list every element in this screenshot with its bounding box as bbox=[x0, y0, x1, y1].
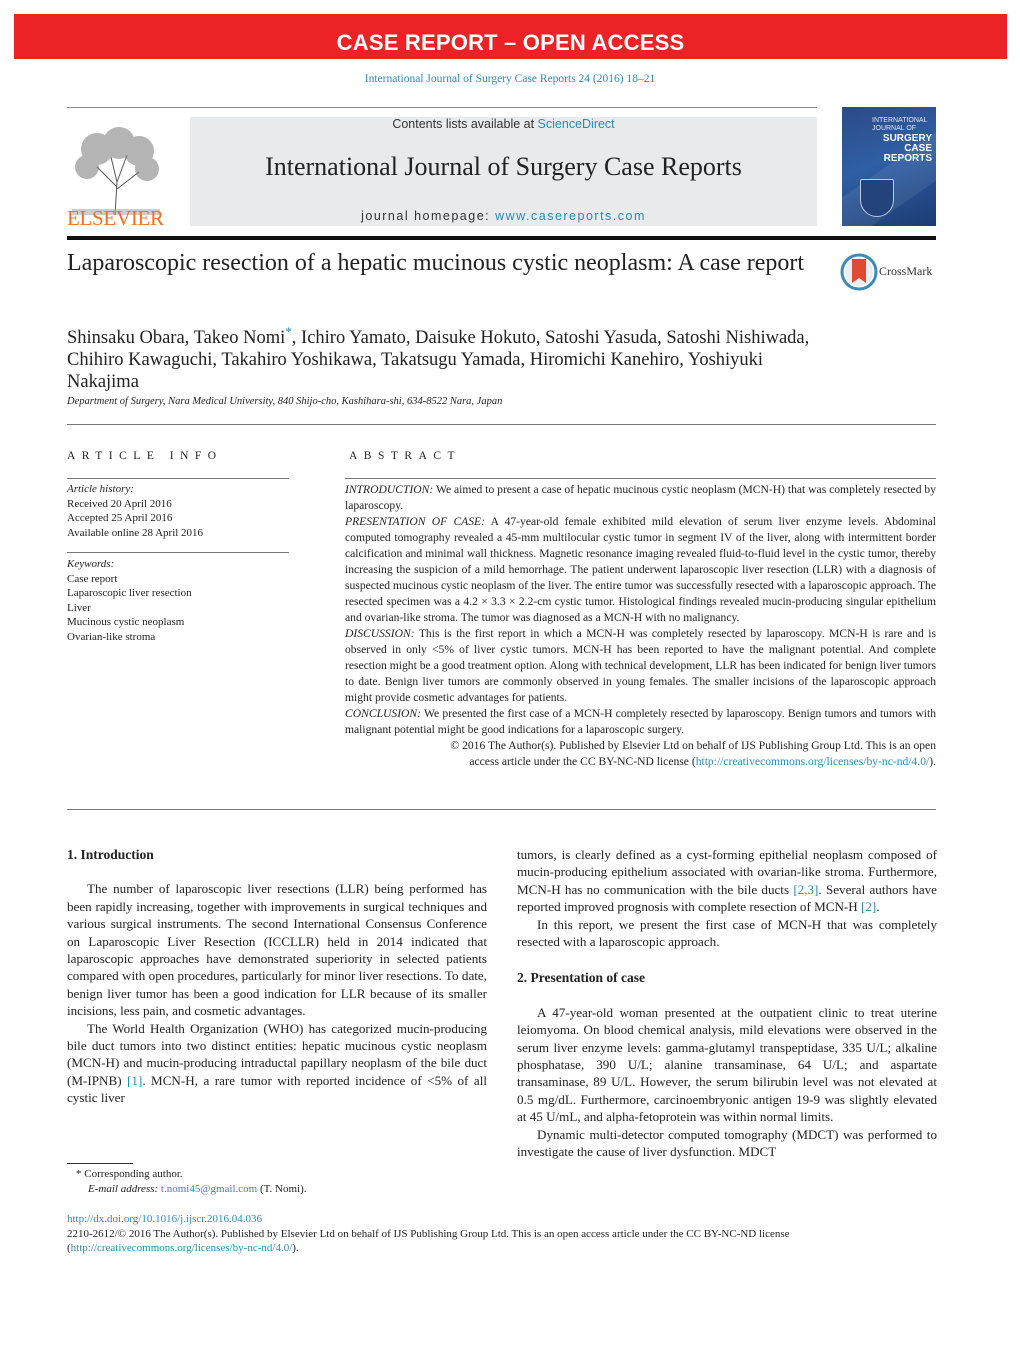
paragraph: The World Health Organization (WHO) has … bbox=[67, 1020, 487, 1107]
article-info-heading: ARTICLE INFO bbox=[67, 450, 223, 462]
body-column-left: 1. Introduction The number of laparoscop… bbox=[67, 846, 487, 1107]
elsevier-wordmark: ELSEVIER bbox=[67, 206, 164, 230]
history-item: Available online 28 April 2016 bbox=[67, 526, 204, 539]
history-item: Received 20 April 2016 bbox=[67, 497, 172, 510]
shield-icon bbox=[860, 179, 894, 217]
article-history: Article history: Received 20 April 2016 … bbox=[67, 482, 297, 540]
cover-title-line1: INTERNATIONAL JOURNAL OF bbox=[872, 117, 928, 132]
keyword-item: Liver bbox=[67, 601, 91, 614]
divider bbox=[67, 478, 289, 479]
divider bbox=[345, 478, 936, 479]
section-text: This is the first report in which a MCN-… bbox=[345, 627, 936, 704]
abstract-discussion: DISCUSSION: This is the first report in … bbox=[345, 626, 936, 706]
journal-name: International Journal of Surgery Case Re… bbox=[265, 152, 742, 181]
homepage-link[interactable]: www.casereports.com bbox=[495, 209, 646, 223]
email-link[interactable]: t.nomi45@gmail.com bbox=[161, 1183, 257, 1195]
section-heading-presentation: 2. Presentation of case bbox=[517, 970, 645, 986]
divider bbox=[67, 424, 936, 425]
affiliation: Department of Surgery, Nara Medical Univ… bbox=[67, 396, 503, 407]
crossmark-icon[interactable] bbox=[840, 253, 878, 291]
section-text: We presented the first case of a MCN-H c… bbox=[345, 707, 936, 736]
article-title: Laparoscopic resection of a hepatic muci… bbox=[67, 250, 805, 276]
contents-line: Contents lists available at ScienceDirec… bbox=[190, 117, 817, 131]
section-label: INTRODUCTION: bbox=[345, 483, 434, 496]
copyright-text: © 2016 The Author(s). Published by Elsev… bbox=[450, 739, 936, 752]
crossmark-label[interactable]: CrossMark bbox=[879, 264, 932, 279]
body-column-right: tumors, is clearly defined as a cyst-for… bbox=[517, 846, 937, 1161]
history-label: Article history: bbox=[67, 483, 134, 495]
reference-link[interactable]: [2,3] bbox=[793, 882, 818, 897]
abstract-introduction: INTRODUCTION: We aimed to present a case… bbox=[345, 482, 936, 514]
authors-first: Shinsaku Obara, Takeo Nomi bbox=[67, 328, 286, 349]
paragraph: Dynamic multi-detector computed tomograp… bbox=[517, 1126, 937, 1160]
abstract-presentation: PRESENTATION OF CASE: A 47-year-old fema… bbox=[345, 514, 936, 626]
section-label: DISCUSSION: bbox=[345, 627, 415, 640]
header-divider bbox=[67, 236, 936, 240]
homepage-line: journal homepage: www.casereports.com bbox=[190, 209, 817, 223]
paragraph: tumors, is clearly defined as a cyst-for… bbox=[517, 846, 937, 916]
corresponding-author-footnote: * Corresponding author. E-mail address: … bbox=[76, 1167, 307, 1196]
abstract-copyright: © 2016 The Author(s). Published by Elsev… bbox=[345, 738, 936, 770]
footnote-divider bbox=[67, 1163, 133, 1164]
license-link[interactable]: http://creativecommons.org/licenses/by-n… bbox=[696, 755, 930, 768]
author-list: Shinsaku Obara, Takeo Nomi*, Ichiro Yama… bbox=[67, 321, 827, 393]
abstract-heading: ABSTRACT bbox=[349, 450, 462, 462]
section-heading-introduction: 1. Introduction bbox=[67, 847, 154, 862]
keyword-item: Laparoscopic liver resection bbox=[67, 587, 192, 599]
footnote-text: (T. Nomi). bbox=[257, 1182, 307, 1195]
abstract-body: INTRODUCTION: We aimed to present a case… bbox=[345, 482, 936, 770]
license-link[interactable]: http://creativecommons.org/licenses/by-n… bbox=[71, 1242, 293, 1254]
copyright-text: access article under the CC BY-NC-ND lic… bbox=[469, 755, 696, 768]
section-text: We aimed to present a case of hepatic mu… bbox=[345, 483, 936, 512]
journal-cover-image: INTERNATIONAL JOURNAL OF SURGERY CASE RE… bbox=[842, 107, 936, 226]
paragraph: The number of laparoscopic liver resecti… bbox=[67, 881, 487, 1019]
keywords: Keywords: Case report Laparoscopic liver… bbox=[67, 557, 297, 644]
doi-link[interactable]: http://dx.doi.org/10.1016/j.ijscr.2016.0… bbox=[67, 1213, 262, 1225]
section-text: A 47-year-old female exhibited mild elev… bbox=[345, 515, 936, 624]
paragraph: In this report, we present the first cas… bbox=[517, 916, 937, 950]
divider bbox=[67, 809, 936, 810]
paragraph: A 47-year-old woman presented at the out… bbox=[517, 1004, 937, 1125]
section-label: PRESENTATION OF CASE: bbox=[345, 515, 485, 528]
reference-link[interactable]: [2] bbox=[861, 899, 876, 914]
email-label: E-mail address: bbox=[88, 1182, 159, 1195]
history-item: Accepted 25 April 2016 bbox=[67, 512, 173, 524]
copyright-text: ). bbox=[929, 755, 936, 768]
homepage-label: journal homepage: bbox=[361, 209, 496, 223]
open-access-banner: CASE REPORT – OPEN ACCESS bbox=[14, 14, 1007, 59]
divider bbox=[67, 552, 289, 553]
keyword-item: Ovarian-like stroma bbox=[67, 630, 156, 643]
text: . bbox=[876, 899, 880, 915]
reference-link[interactable]: [1] bbox=[127, 1073, 142, 1088]
journal-citation[interactable]: International Journal of Surgery Case Re… bbox=[0, 73, 1020, 85]
sciencedirect-link[interactable]: ScienceDirect bbox=[538, 117, 615, 131]
footnote-text: Corresponding author. bbox=[81, 1168, 183, 1180]
abstract-conclusion: CONCLUSION: We presented the first case … bbox=[345, 706, 936, 738]
keyword-item: Case report bbox=[67, 572, 118, 585]
publication-footer: http://dx.doi.org/10.1016/j.ijscr.2016.0… bbox=[67, 1212, 936, 1256]
section-label: CONCLUSION: bbox=[345, 707, 422, 720]
license-text: ). bbox=[292, 1242, 299, 1254]
keyword-item: Mucinous cystic neoplasm bbox=[67, 616, 185, 628]
cover-title-line2: SURGERY CASE REPORTS bbox=[882, 133, 932, 164]
keywords-label: Keywords: bbox=[67, 558, 115, 570]
contents-label: Contents lists available at bbox=[392, 117, 538, 131]
divider bbox=[67, 107, 817, 108]
